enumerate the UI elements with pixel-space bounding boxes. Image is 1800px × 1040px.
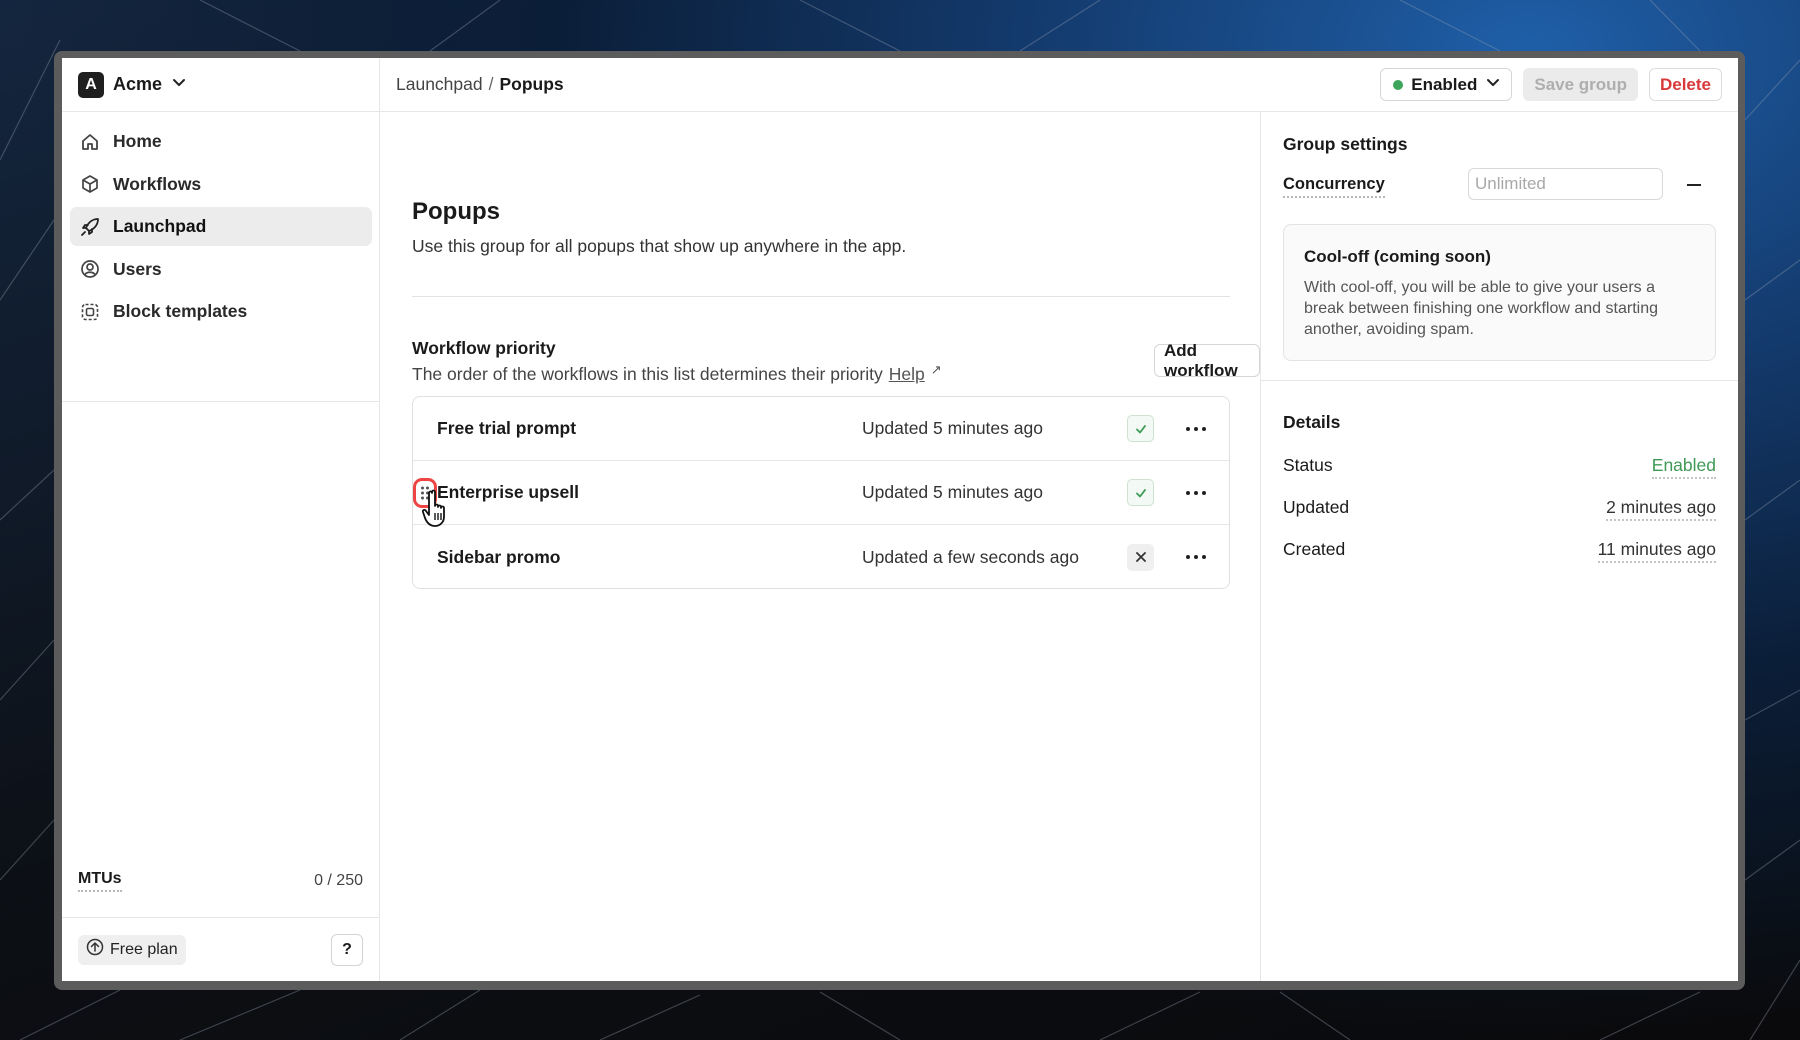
cooloff-body: With cool-off, you will be able to give … bbox=[1304, 279, 1658, 338]
sidebar-item-launchpad[interactable]: Launchpad bbox=[70, 207, 372, 246]
chevron-down-icon bbox=[171, 74, 187, 95]
sidebar-item-label: Workflows bbox=[113, 173, 202, 194]
more-options-icon[interactable] bbox=[1181, 483, 1211, 503]
concurrency-label: Concurrency bbox=[1283, 175, 1385, 198]
detail-label: Status bbox=[1283, 455, 1333, 475]
group-settings-panel: Group settings Concurrency Cool-off (com… bbox=[1261, 112, 1738, 981]
sidebar-item-block-templates[interactable]: Block templates bbox=[70, 292, 372, 331]
sidebar-item-workflows[interactable]: Workflows bbox=[70, 165, 372, 204]
detail-label: Created bbox=[1283, 539, 1346, 559]
sidebar-item-label: Block templates bbox=[113, 301, 248, 321]
workflow-row[interactable]: Free trial prompt Updated 5 minutes ago bbox=[413, 397, 1229, 461]
sidebar-item-users[interactable]: Users bbox=[70, 250, 372, 289]
cooloff-title: Cool-off (coming soon) bbox=[1304, 247, 1491, 266]
concurrency-input[interactable] bbox=[1468, 168, 1663, 200]
delete-button[interactable]: Delete bbox=[1648, 68, 1722, 101]
user-circle-icon bbox=[79, 258, 101, 280]
app-window: A Acme Home Workflows Launchpad Users Bl… bbox=[62, 58, 1738, 981]
detail-value: 11 minutes ago bbox=[1597, 539, 1716, 563]
workflow-name[interactable]: Enterprise upsell bbox=[437, 482, 579, 503]
check-icon bbox=[1135, 424, 1146, 433]
free-plan-button[interactable]: Free plan bbox=[78, 934, 186, 965]
disabled-checkbox[interactable] bbox=[1127, 543, 1154, 571]
breadcrumb-current: Popups bbox=[499, 74, 564, 94]
workflow-priority-description: The order of the workflows in this list … bbox=[412, 362, 942, 385]
home-icon bbox=[79, 131, 101, 153]
mtus-value: 0 / 250 bbox=[314, 872, 363, 889]
rocket-icon bbox=[79, 216, 101, 238]
add-workflow-button[interactable]: Add workflow bbox=[1154, 341, 1260, 380]
workflow-name[interactable]: Sidebar promo bbox=[437, 547, 561, 568]
status-dot bbox=[1393, 79, 1404, 90]
detail-value: Enabled bbox=[1651, 455, 1716, 479]
cooloff-card: Cool-off (coming soon) With cool-off, yo… bbox=[1283, 224, 1716, 361]
workflow-updated: Updated 5 minutes ago bbox=[862, 418, 1043, 438]
check-icon bbox=[1135, 488, 1146, 497]
group-settings-title: Group settings bbox=[1283, 134, 1408, 154]
upgrade-arrow-icon bbox=[86, 938, 104, 961]
sidebar: A Acme Home Workflows Launchpad Users Bl… bbox=[62, 58, 380, 981]
details-title: Details bbox=[1283, 412, 1341, 432]
mtus-usage: MTUs 0 / 250 bbox=[78, 870, 363, 892]
workflow-row[interactable]: Sidebar promo Updated a few seconds ago bbox=[413, 525, 1229, 589]
page-description: Use this group for all popups that show … bbox=[412, 236, 907, 256]
priority-description-text: The order of the workflows in this list … bbox=[412, 364, 883, 384]
minus-icon[interactable] bbox=[1687, 184, 1701, 186]
detail-label: Updated bbox=[1283, 497, 1350, 517]
external-link-icon: ↗ bbox=[930, 362, 942, 377]
status-label: Enabled bbox=[1411, 74, 1478, 94]
detail-row-updated: Updated 2 minutes ago bbox=[1283, 497, 1716, 521]
workflow-list: Free trial prompt Updated 5 minutes ago … bbox=[412, 396, 1230, 589]
help-button[interactable]: ? bbox=[331, 933, 363, 966]
panel-divider bbox=[1261, 380, 1738, 381]
toolbar-actions: Enabled Save group Delete bbox=[1380, 68, 1722, 101]
org-avatar: A bbox=[78, 71, 104, 98]
workflow-name[interactable]: Free trial prompt bbox=[437, 418, 576, 439]
detail-row-created: Created 11 minutes ago bbox=[1283, 539, 1716, 563]
workflow-row[interactable]: Enterprise upsell Updated 5 minutes ago bbox=[413, 461, 1229, 527]
free-plan-label: Free plan bbox=[110, 940, 178, 958]
enabled-checkbox[interactable] bbox=[1127, 415, 1154, 442]
chevron-down-icon bbox=[1485, 74, 1501, 95]
status-dropdown[interactable]: Enabled bbox=[1380, 68, 1513, 101]
org-name: Acme bbox=[113, 74, 163, 94]
more-options-icon[interactable] bbox=[1181, 419, 1211, 439]
sidebar-item-label: Users bbox=[113, 258, 162, 279]
sidebar-item-home[interactable]: Home bbox=[70, 122, 372, 161]
page-title: Popups bbox=[412, 198, 500, 225]
main-content: Popups Use this group for all popups tha… bbox=[380, 112, 1261, 981]
enabled-checkbox[interactable] bbox=[1127, 479, 1154, 506]
sidebar-item-label: Launchpad bbox=[113, 216, 207, 236]
breadcrumb: Launchpad / Popups bbox=[396, 74, 564, 95]
workflow-updated: Updated 5 minutes ago bbox=[862, 482, 1043, 502]
x-icon bbox=[1135, 552, 1146, 562]
cube-icon bbox=[79, 173, 101, 195]
org-switcher[interactable]: A Acme bbox=[62, 58, 379, 112]
breadcrumb-separator: / bbox=[488, 74, 494, 94]
save-group-button[interactable]: Save group bbox=[1523, 68, 1638, 101]
topbar: Launchpad / Popups Enabled Save group De… bbox=[380, 58, 1738, 112]
section-divider bbox=[412, 296, 1230, 297]
detail-row-status: Status Enabled bbox=[1283, 455, 1716, 479]
sidebar-item-label: Home bbox=[113, 131, 162, 151]
help-link[interactable]: Help bbox=[889, 364, 925, 385]
sidebar-nav: Home Workflows Launchpad Users Block tem… bbox=[62, 112, 380, 402]
more-options-icon[interactable] bbox=[1181, 547, 1211, 567]
detail-value: 2 minutes ago bbox=[1606, 497, 1716, 521]
workflow-priority-title: Workflow priority bbox=[412, 338, 556, 358]
sidebar-footer: Free plan ? bbox=[62, 917, 379, 981]
mtus-label: MTUs bbox=[78, 870, 122, 892]
workflow-updated: Updated a few seconds ago bbox=[862, 546, 1079, 567]
block-template-icon bbox=[79, 301, 101, 323]
breadcrumb-parent[interactable]: Launchpad bbox=[396, 74, 483, 95]
